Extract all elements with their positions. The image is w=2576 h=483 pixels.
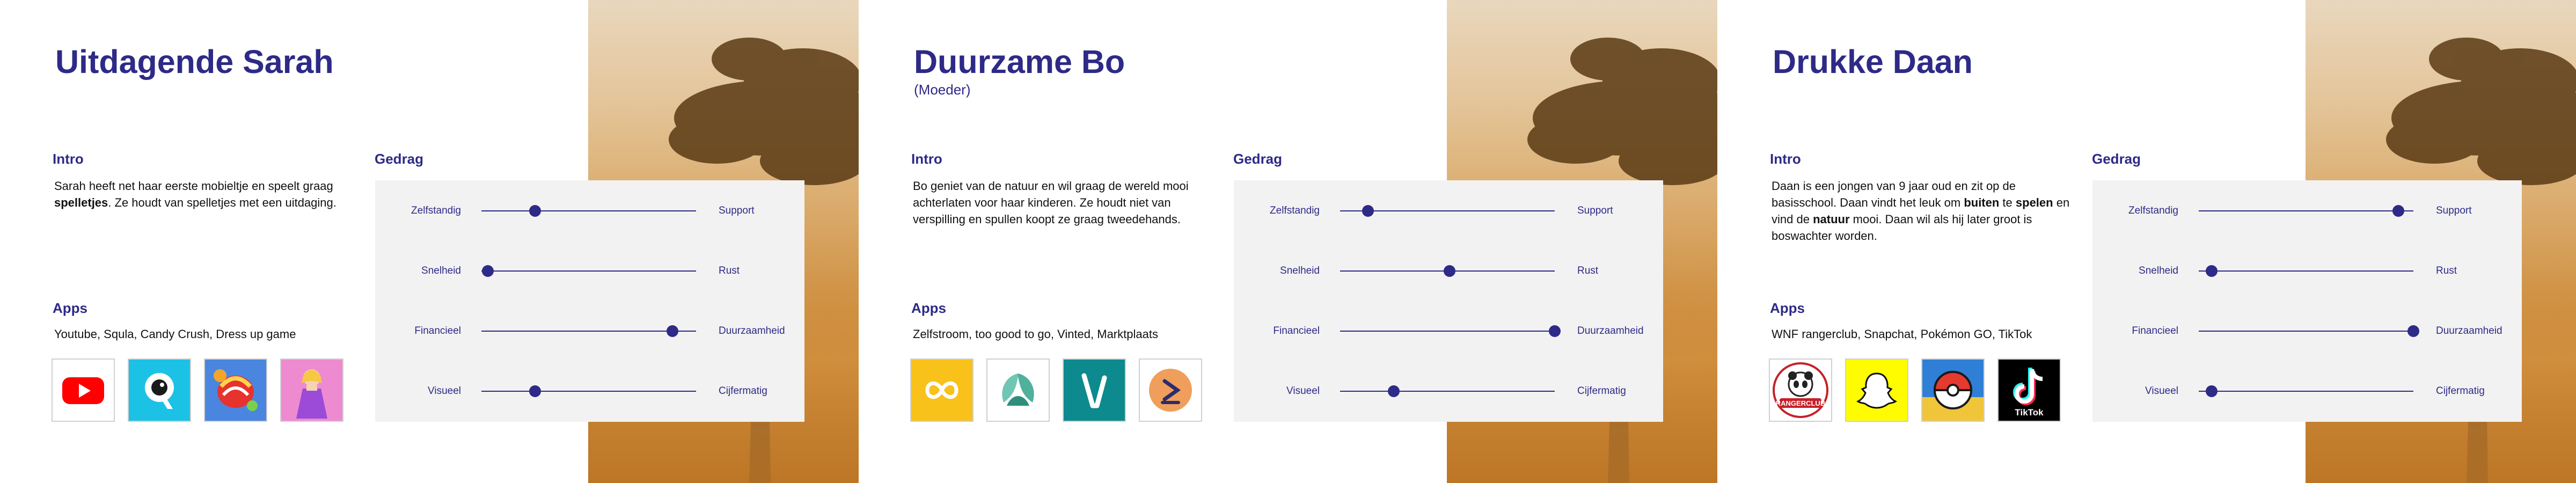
intro-text: Sarah heeft net haar eerste mobieltje en… — [54, 179, 336, 209]
slider-left-label: Visueel — [1286, 385, 1320, 397]
slider-knob[interactable] — [1549, 325, 1561, 337]
marktplaats-icon — [1139, 358, 1202, 422]
gedrag-heading: Gedrag — [375, 151, 424, 167]
slider-left-label: Zelfstandig — [2128, 205, 2178, 216]
apps-heading: Apps — [53, 300, 87, 316]
slider-knob[interactable] — [529, 205, 541, 217]
vinted-icon — [1063, 358, 1126, 422]
slider-right-label: Duurzaamheid — [719, 325, 785, 336]
slider-track — [1340, 325, 1561, 337]
slider-right-label: Cijfermatig — [2436, 385, 2485, 397]
slider-track — [2199, 385, 2413, 397]
apps-list: Youtube, Squla, Candy Crush, Dress up ga… — [54, 327, 296, 341]
slider-left-label: Snelheid — [1280, 265, 1320, 276]
persona-card-daan: Drukke Daan Intro Daan is een jongen van… — [1717, 0, 2576, 483]
slider-visueel-cijfermatig: Visueel Cijfermatig — [2092, 383, 2522, 399]
slider-knob[interactable] — [529, 385, 541, 397]
slider-track — [481, 205, 696, 217]
slider-left-label: Visueel — [428, 385, 461, 397]
slider-right-label: Cijfermatig — [1577, 385, 1626, 397]
apps-heading: Apps — [911, 300, 946, 316]
slider-snelheid-rust: Snelheid Rust — [1234, 263, 1663, 279]
gedrag-heading: Gedrag — [1233, 151, 1283, 167]
slider-knob[interactable] — [2206, 385, 2218, 397]
apps-list: Zelfstroom, too good to go, Vinted, Mark… — [913, 327, 1158, 341]
slider-track — [481, 385, 696, 397]
persona-name: Uitdagende Sarah — [55, 43, 334, 80]
slider-visueel-cijfermatig: Visueel Cijfermatig — [375, 383, 804, 399]
youtube-icon — [52, 358, 115, 422]
persona-name: Duurzame Bo — [914, 43, 1125, 80]
slider-track — [2199, 325, 2419, 337]
intro-heading: Intro — [911, 151, 942, 167]
slider-knob[interactable] — [2392, 205, 2404, 217]
snapchat-icon — [1845, 358, 1908, 422]
apps-list: WNF rangerclub, Snapchat, Pokémon GO, Ti… — [1772, 327, 2032, 341]
gedrag-panel: Zelfstandig Support Snelheid Rust Financ… — [2092, 180, 2522, 422]
slider-track — [481, 265, 696, 277]
candy-crush-icon — [204, 358, 267, 422]
gedrag-panel: Zelfstandig Support Snelheid Rust Financ… — [375, 180, 804, 422]
slider-zelfstandig-support: Zelfstandig Support — [1234, 203, 1663, 219]
slider-financieel-duurzaamheid: Financieel Duurzaamheid — [375, 323, 804, 339]
slider-knob[interactable] — [2407, 325, 2419, 337]
slider-knob[interactable] — [2206, 265, 2218, 277]
slider-track — [1340, 385, 1555, 397]
slider-right-label: Rust — [2436, 265, 2457, 276]
slider-track — [2199, 205, 2413, 217]
persona-role: (Moeder) — [914, 82, 971, 98]
wnf-logo-text: RANGERCLUB — [1776, 399, 1825, 407]
zelfstroom-icon — [910, 358, 974, 422]
slider-knob[interactable] — [482, 265, 494, 277]
intro-heading: Intro — [53, 151, 84, 167]
slider-right-label: Rust — [719, 265, 740, 276]
gedrag-heading: Gedrag — [2092, 151, 2141, 167]
tiktok-icon: TikTok — [1997, 358, 2061, 422]
slider-knob[interactable] — [1444, 265, 1455, 277]
gedrag-panel: Zelfstandig Support Snelheid Rust Financ… — [1234, 180, 1663, 422]
slider-zelfstandig-support: Zelfstandig Support — [2092, 203, 2522, 219]
slider-right-label: Support — [719, 205, 755, 216]
slider-knob[interactable] — [1362, 205, 1374, 217]
slider-left-label: Zelfstandig — [1270, 205, 1320, 216]
slider-visueel-cijfermatig: Visueel Cijfermatig — [1234, 383, 1663, 399]
slider-snelheid-rust: Snelheid Rust — [2092, 263, 2522, 279]
squla-icon — [128, 358, 191, 422]
slider-right-label: Duurzaamheid — [1577, 325, 1644, 336]
slider-left-label: Snelheid — [421, 265, 461, 276]
apps-heading: Apps — [1770, 300, 1805, 316]
slider-track — [2199, 265, 2413, 277]
slider-financieel-duurzaamheid: Financieel Duurzaamheid — [2092, 323, 2522, 339]
intro-text: Daan is een jongen van 9 jaar oud en zit… — [1772, 179, 2070, 243]
persona-card-bo: Duurzame Bo (Moeder) Intro Bo geniet van… — [859, 0, 1717, 483]
slider-right-label: Support — [2436, 205, 2472, 216]
slider-track — [1340, 265, 1555, 277]
pokemon-go-icon — [1921, 358, 1985, 422]
slider-right-label: Cijfermatig — [719, 385, 767, 397]
slider-financieel-duurzaamheid: Financieel Duurzaamheid — [1234, 323, 1663, 339]
tiktok-logo-text: TikTok — [2015, 407, 2044, 418]
dress-up-game-icon — [280, 358, 343, 422]
slider-right-label: Duurzaamheid — [2436, 325, 2502, 336]
slider-left-label: Financieel — [1273, 325, 1320, 336]
slider-left-label: Snelheid — [2139, 265, 2178, 276]
slider-track — [481, 325, 696, 337]
slider-left-label: Zelfstandig — [411, 205, 461, 216]
slider-snelheid-rust: Snelheid Rust — [375, 263, 804, 279]
slider-left-label: Financieel — [2132, 325, 2178, 336]
slider-left-label: Visueel — [2145, 385, 2178, 397]
too-good-to-go-icon — [986, 358, 1050, 422]
slider-right-label: Rust — [1577, 265, 1599, 276]
persona-name: Drukke Daan — [1773, 43, 1973, 80]
wnf-rangerclub-icon: RANGERCLUB — [1769, 358, 1832, 422]
persona-card-sarah: Uitdagende Sarah Intro Sarah heeft net h… — [0, 0, 859, 483]
slider-left-label: Financieel — [414, 325, 461, 336]
slider-knob[interactable] — [667, 325, 678, 337]
intro-text: Bo geniet van de natuur en wil graag de … — [913, 179, 1189, 226]
slider-right-label: Support — [1577, 205, 1613, 216]
slider-track — [1340, 205, 1555, 217]
intro-heading: Intro — [1770, 151, 1801, 167]
slider-zelfstandig-support: Zelfstandig Support — [375, 203, 804, 219]
slider-knob[interactable] — [1388, 385, 1400, 397]
